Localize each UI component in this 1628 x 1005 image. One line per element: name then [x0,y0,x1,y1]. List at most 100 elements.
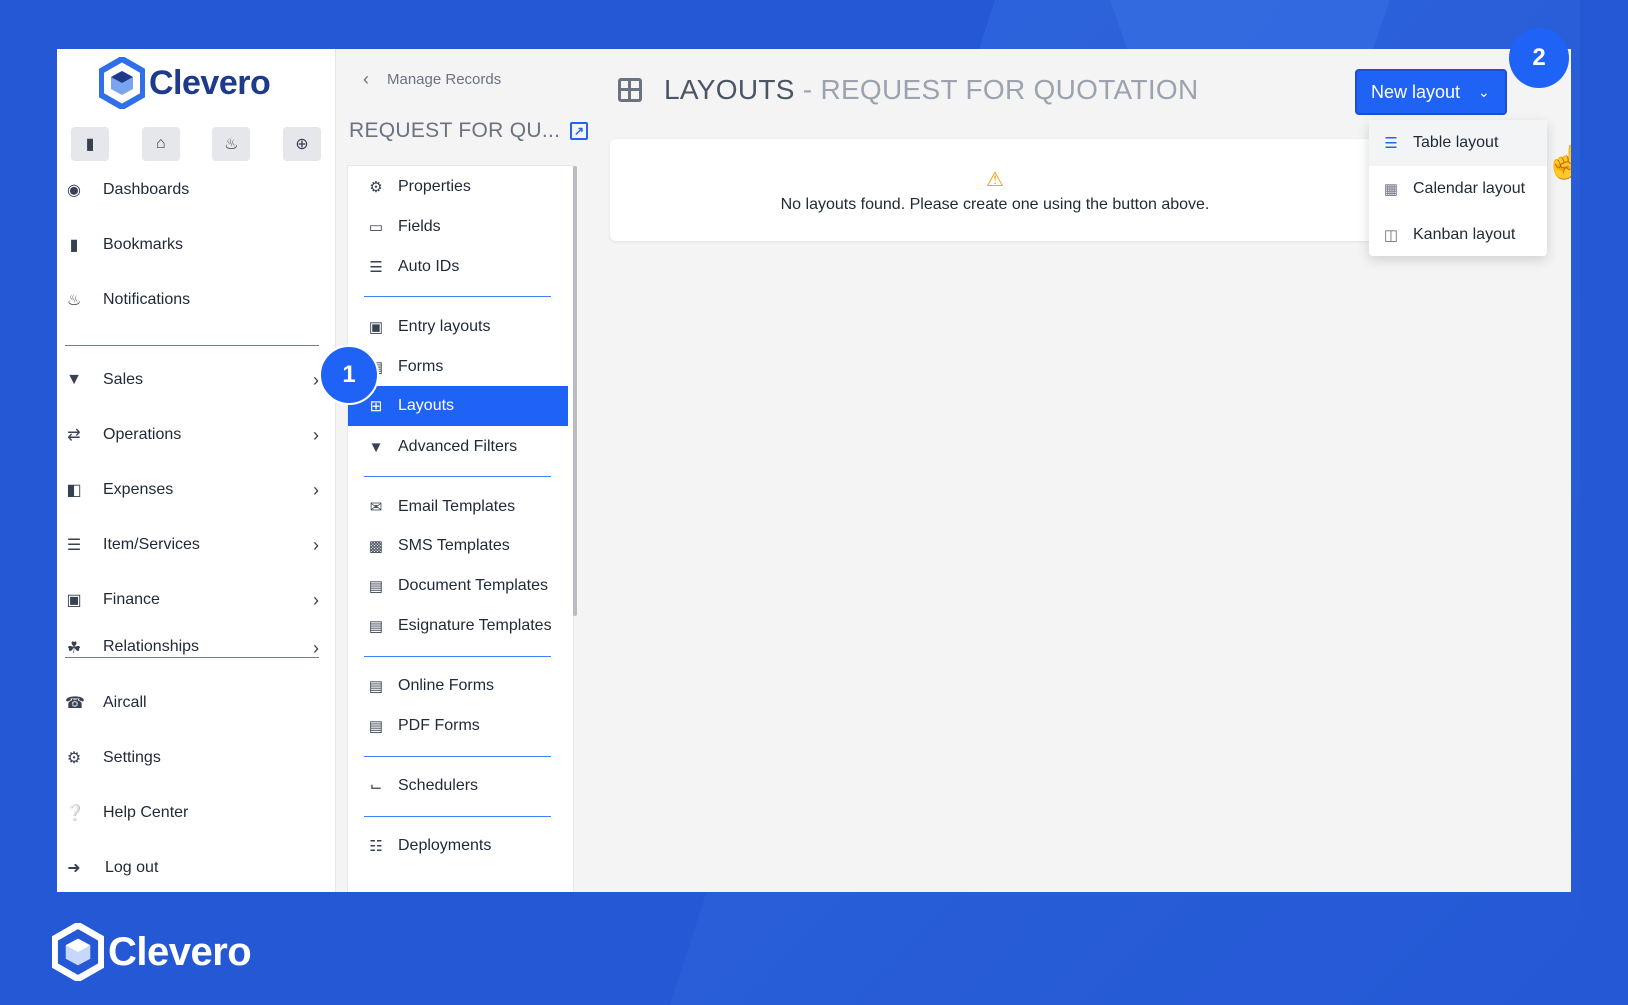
table-icon: ☰ [1384,135,1398,152]
divider [364,816,551,817]
nav-item-dashboards[interactable]: ◉ Dashboards [65,173,327,207]
settings-menu: ⚙ Properties ▭ Fields ☰ Auto IDs ▣ Entry lay… [347,165,577,892]
gear-icon: ⚙ [66,750,82,767]
bookmark-icon: ▮ [69,237,79,254]
nav-item-item-services[interactable]: ☰ Item/Services › [65,528,327,562]
footer-logo: Clevero [52,923,252,981]
nav-item-log-out[interactable]: ➜ Log out [65,851,327,885]
menu-item-fields[interactable]: ▭ Fields [348,207,568,247]
nav-item-finance[interactable]: ▣ Finance › [65,583,327,617]
footer-brand-name: Clevero [108,929,252,974]
nav-item-settings[interactable]: ⚙ Settings [65,741,327,775]
nav-item-expenses[interactable]: ◧ Expenses › [65,473,327,507]
menu-item-advanced-filters[interactable]: ▼ Advanced Filters [348,427,568,467]
home-icon[interactable]: ⌂ [141,127,180,161]
menu-item-esignature-templates[interactable]: ▤ Esignature Templates [348,606,568,646]
record-settings-panel: ‹ Manage Records REQUEST FOR QU... ↗ ⚙ Prop… [337,49,592,892]
grid-icon [618,78,642,102]
menu-item-online-forms[interactable]: ▤ Online Forms [348,666,568,706]
nav-item-operations[interactable]: ⇄ Operations › [65,418,327,452]
bell-icon[interactable]: ♨ [212,127,251,161]
chevron-right-icon: › [313,638,319,657]
brand-name: Clevero [149,63,271,102]
record-title: REQUEST FOR QU... ↗ [349,119,589,143]
empty-message: No layouts found. Please create one usin… [780,196,1210,213]
nav-item-bookmarks[interactable]: ▮ Bookmarks [65,228,327,262]
menu-item-properties[interactable]: ⚙ Properties [348,167,568,207]
step-badge-1: 1 [319,345,379,405]
left-nav: Clevero ▮ ⌂ ♨ ⊕ ◉ Dashboards ▮ Bookmarks ♨… [57,49,336,892]
grid-icon: ⊞ [369,398,383,415]
divider [65,657,319,658]
clevero-logo-icon [52,923,104,981]
step-badge-2: 2 [1509,28,1569,88]
sales-icon: ▼ [66,371,82,388]
empty-state-card: ⚠ No layouts found. Please create one us… [610,139,1380,241]
main-content: LAYOUTS - REQUEST FOR QUOTATION ⚠ No lay… [593,49,1571,892]
divider [364,476,551,477]
operations-icon: ⇄ [67,427,81,444]
bell-icon: ♨ [66,292,82,309]
list-icon: ☰ [66,537,82,554]
expenses-icon: ◧ [66,482,82,499]
pdf-icon: ▤ [368,618,384,635]
nav-item-sales[interactable]: ▼ Sales › [65,363,327,397]
dropdown-item-table-layout[interactable]: ☰ Table layout [1369,120,1547,166]
field-icon: ▭ [368,219,384,236]
chevron-right-icon: › [313,479,319,500]
envelope-icon: ✉ [369,499,383,516]
plus-circle-icon[interactable]: ⊕ [282,127,321,161]
menu-item-deployments[interactable]: ☷ Deployments [348,826,568,866]
filter-icon: ▼ [368,438,384,456]
divider [364,756,551,757]
back-link[interactable]: ‹ Manage Records [363,69,501,90]
word-doc-icon: ▤ [368,578,384,595]
dropdown-item-kanban-layout[interactable]: ◫ Kanban layout [1369,212,1547,258]
chat-icon: ▩ [368,538,384,555]
gear-icon: ⚙ [369,179,383,196]
clevero-logo-icon [99,57,145,109]
menu-item-pdf-forms[interactable]: ▤ PDF Forms [348,706,568,746]
code-file-icon: ▤ [368,678,384,695]
chevron-left-icon: ‹ [363,69,369,89]
menu-item-sms-templates[interactable]: ▩ SMS Templates [348,526,568,566]
menu-item-entry-layouts[interactable]: ▣ Entry layouts [348,307,568,347]
external-link-icon[interactable]: ↗ [570,122,589,140]
chevron-right-icon: › [313,589,319,610]
app-window: Clevero ▮ ⌂ ♨ ⊕ ◉ Dashboards ▮ Bookmarks ♨… [57,49,1571,892]
sitemap-icon: ☷ [369,838,383,855]
menu-item-document-templates[interactable]: ▤ Document Templates [348,566,568,606]
nav-item-notifications[interactable]: ♨ Notifications [65,283,327,317]
new-layout-button[interactable]: New layout ⌄ [1355,69,1507,115]
menu-item-auto-ids[interactable]: ☰ Auto IDs [348,247,568,287]
divider [364,656,551,657]
nav-item-relationships[interactable]: ☘ Relationships › [65,635,327,657]
handshake-icon: ☘ [66,640,82,657]
menu-item-email-templates[interactable]: ✉ Email Templates [348,487,568,527]
kanban-icon: ◫ [1383,227,1399,244]
scrollbar[interactable] [573,166,577,616]
menu-item-schedulers[interactable]: ⌙ Schedulers [348,766,568,806]
menu-item-layouts[interactable]: ⊞ Layouts [348,386,568,426]
quick-actions: ▮ ⌂ ♨ ⊕ [71,127,321,161]
window-icon: ▣ [368,319,384,336]
chevron-right-icon: › [313,534,319,555]
menu-item-forms[interactable]: ▤Forms [348,347,568,387]
hand-cursor-icon: ☝ [1545,144,1571,180]
nav-item-aircall[interactable]: ☎ Aircall [65,686,327,720]
dashboard-icon: ◉ [67,182,81,199]
new-layout-dropdown: ☰ Table layout ▦ Calendar layout ◫ Kanban l… [1369,120,1547,256]
finance-icon: ▣ [66,592,82,609]
calendar-icon: ▦ [1383,181,1399,198]
bookmark-icon[interactable]: ▮ [71,127,109,161]
dropdown-item-calendar-layout[interactable]: ▦ Calendar layout [1369,166,1547,212]
divider [364,296,551,297]
logo[interactable]: Clevero [99,57,271,109]
scheduler-icon: ⌙ [369,778,383,795]
chevron-down-icon: ⌄ [1478,83,1490,100]
phone-icon: ☎ [65,695,85,712]
divider [65,345,319,346]
nav-item-help-center[interactable]: ❔ Help Center [65,796,327,830]
help-icon: ❔ [65,805,85,822]
page-title: LAYOUTS - REQUEST FOR QUOTATION [618,74,1199,106]
